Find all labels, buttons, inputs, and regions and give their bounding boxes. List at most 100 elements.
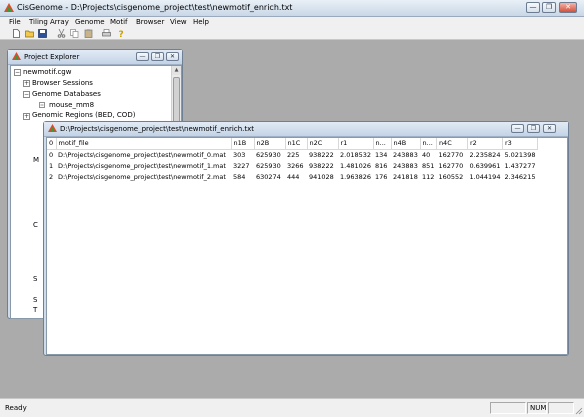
table-cell[interactable]: 1.481026 — [338, 160, 373, 171]
save-icon[interactable] — [38, 29, 47, 38]
column-header[interactable]: motif_file — [56, 138, 232, 150]
column-header[interactable]: n1C — [285, 138, 308, 150]
explorer-maximize-button[interactable]: ❐ — [151, 52, 164, 61]
tree-item-browser-sessions[interactable]: Browser Sessions — [32, 79, 93, 87]
tree-partial-label[interactable]: M — [33, 156, 39, 164]
table-cell[interactable]: 851 — [420, 160, 436, 171]
table-cell[interactable]: 243883 — [391, 149, 420, 160]
tree-collapse-toggle[interactable]: − — [14, 69, 21, 76]
table-cell[interactable]: 1.044194 — [467, 171, 502, 182]
table-cell[interactable]: 162770 — [436, 160, 467, 171]
menu-genome[interactable]: Genome — [75, 18, 105, 26]
menu-file[interactable]: File — [9, 18, 21, 26]
explorer-minimize-button[interactable]: — — [136, 52, 149, 61]
document-title-bar[interactable]: D:\Projects\cisgenome_project\test\newmo… — [44, 122, 568, 137]
minimize-button[interactable]: — — [526, 2, 540, 13]
table-cell[interactable]: 5.021398 — [502, 149, 537, 160]
column-header[interactable]: n4B — [391, 138, 421, 150]
tree-expand-toggle[interactable]: + — [23, 113, 30, 120]
table-cell[interactable]: 112 — [420, 171, 436, 182]
table-header-row: 0 motif_file n1B n2B n1C n2C r1 n... n4B… — [47, 138, 538, 150]
table-cell[interactable]: 584 — [231, 171, 254, 182]
table-cell[interactable]: 162770 — [436, 149, 467, 160]
table-row[interactable]: 1 D:\Projects\cisgenome_project\test\new… — [47, 160, 537, 171]
menu-view[interactable]: View — [170, 18, 187, 26]
tree-item-genomic-regions[interactable]: Genomic Regions (BED, COD) — [32, 111, 135, 119]
tree-partial-label[interactable]: C — [33, 221, 38, 229]
table-cell[interactable]: 625930 — [254, 149, 285, 160]
table-cell[interactable]: 1 — [47, 160, 56, 171]
table-cell[interactable]: 444 — [285, 171, 307, 182]
column-header[interactable]: 0 — [47, 138, 57, 150]
table-cell[interactable]: 938222 — [307, 160, 338, 171]
table-cell[interactable]: 630274 — [254, 171, 285, 182]
table-cell[interactable]: 625930 — [254, 160, 285, 171]
table-cell[interactable]: 160552 — [436, 171, 467, 182]
tree-item-genome-databases[interactable]: Genome Databases — [32, 90, 101, 98]
table-cell[interactable]: 2.235824 — [467, 149, 502, 160]
table-cell[interactable]: 40 — [420, 149, 436, 160]
menu-tiling-array[interactable]: Tiling Array — [29, 18, 69, 26]
close-button[interactable]: ✕ — [559, 2, 577, 13]
project-explorer-title-bar[interactable]: Project Explorer — ❐ ✕ — [8, 50, 182, 65]
explorer-close-button[interactable]: ✕ — [166, 52, 179, 61]
table-cell[interactable]: 176 — [373, 171, 391, 182]
column-header[interactable]: r3 — [502, 138, 538, 150]
tree-partial-label[interactable]: T — [33, 306, 37, 314]
genome-db-icon — [39, 102, 45, 108]
tree-root-project[interactable]: newmotif.cgw — [23, 68, 71, 76]
table-cell[interactable]: D:\Projects\cisgenome_project\test\newmo… — [56, 149, 231, 160]
column-header[interactable]: n... — [373, 138, 392, 150]
maximize-button[interactable]: ❐ — [542, 2, 556, 13]
tree-collapse-toggle[interactable]: − — [23, 91, 30, 98]
open-folder-icon[interactable] — [25, 29, 34, 38]
table-cell[interactable]: 0.639961 — [467, 160, 502, 171]
menu-help[interactable]: Help — [193, 18, 209, 26]
table-cell[interactable]: 2 — [47, 171, 56, 182]
new-file-icon[interactable] — [12, 29, 21, 38]
table-cell[interactable]: 303 — [231, 149, 254, 160]
table-cell[interactable]: 816 — [373, 160, 391, 171]
table-cell[interactable]: 1.437277 — [502, 160, 537, 171]
table-cell[interactable]: 2.346215 — [502, 171, 537, 182]
table-cell[interactable]: 225 — [285, 149, 307, 160]
table-cell[interactable]: 0 — [47, 149, 56, 160]
document-maximize-button[interactable]: ❐ — [527, 124, 540, 133]
tree-partial-label[interactable]: S — [33, 296, 37, 304]
table-cell[interactable]: 2.018532 — [338, 149, 373, 160]
column-header[interactable]: n4C — [436, 138, 468, 150]
cut-icon[interactable] — [57, 29, 66, 38]
resize-grip-icon[interactable] — [575, 407, 583, 415]
scroll-up-arrow-icon[interactable]: ▲ — [172, 66, 181, 75]
table-cell[interactable]: 243883 — [391, 160, 420, 171]
document-close-button[interactable]: ✕ — [543, 124, 556, 133]
table-cell[interactable]: 3266 — [285, 160, 307, 171]
print-icon[interactable] — [102, 29, 111, 38]
column-header[interactable]: n... — [420, 138, 437, 150]
column-header[interactable]: r2 — [467, 138, 503, 150]
table-row[interactable]: 0 D:\Projects\cisgenome_project\test\new… — [47, 149, 537, 160]
table-cell[interactable]: D:\Projects\cisgenome_project\test\newmo… — [56, 160, 231, 171]
table-cell[interactable]: 1.963826 — [338, 171, 373, 182]
paste-icon[interactable] — [84, 29, 93, 38]
column-header[interactable]: n2B — [254, 138, 286, 150]
help-icon[interactable]: ? — [117, 29, 126, 38]
table-cell[interactable]: 938222 — [307, 149, 338, 160]
column-header[interactable]: n1B — [231, 138, 255, 150]
main-title-bar[interactable]: CisGenome - D:\Projects\cisgenome_projec… — [0, 0, 584, 17]
column-header[interactable]: r1 — [338, 138, 374, 150]
column-header[interactable]: n2C — [307, 138, 339, 150]
document-minimize-button[interactable]: — — [511, 124, 524, 133]
copy-icon[interactable] — [70, 29, 79, 38]
table-cell[interactable]: 134 — [373, 149, 391, 160]
table-cell[interactable]: D:\Projects\cisgenome_project\test\newmo… — [56, 171, 231, 182]
table-row[interactable]: 2 D:\Projects\cisgenome_project\test\new… — [47, 171, 537, 182]
table-cell[interactable]: 941028 — [307, 171, 338, 182]
tree-expand-toggle[interactable]: + — [23, 80, 30, 87]
menu-motif[interactable]: Motif — [110, 18, 127, 26]
menu-browser[interactable]: Browser — [136, 18, 164, 26]
tree-partial-label[interactable]: S — [33, 275, 37, 283]
document-window[interactable]: D:\Projects\cisgenome_project\test\newmo… — [43, 121, 569, 356]
table-cell[interactable]: 241818 — [391, 171, 420, 182]
table-cell[interactable]: 3227 — [231, 160, 254, 171]
